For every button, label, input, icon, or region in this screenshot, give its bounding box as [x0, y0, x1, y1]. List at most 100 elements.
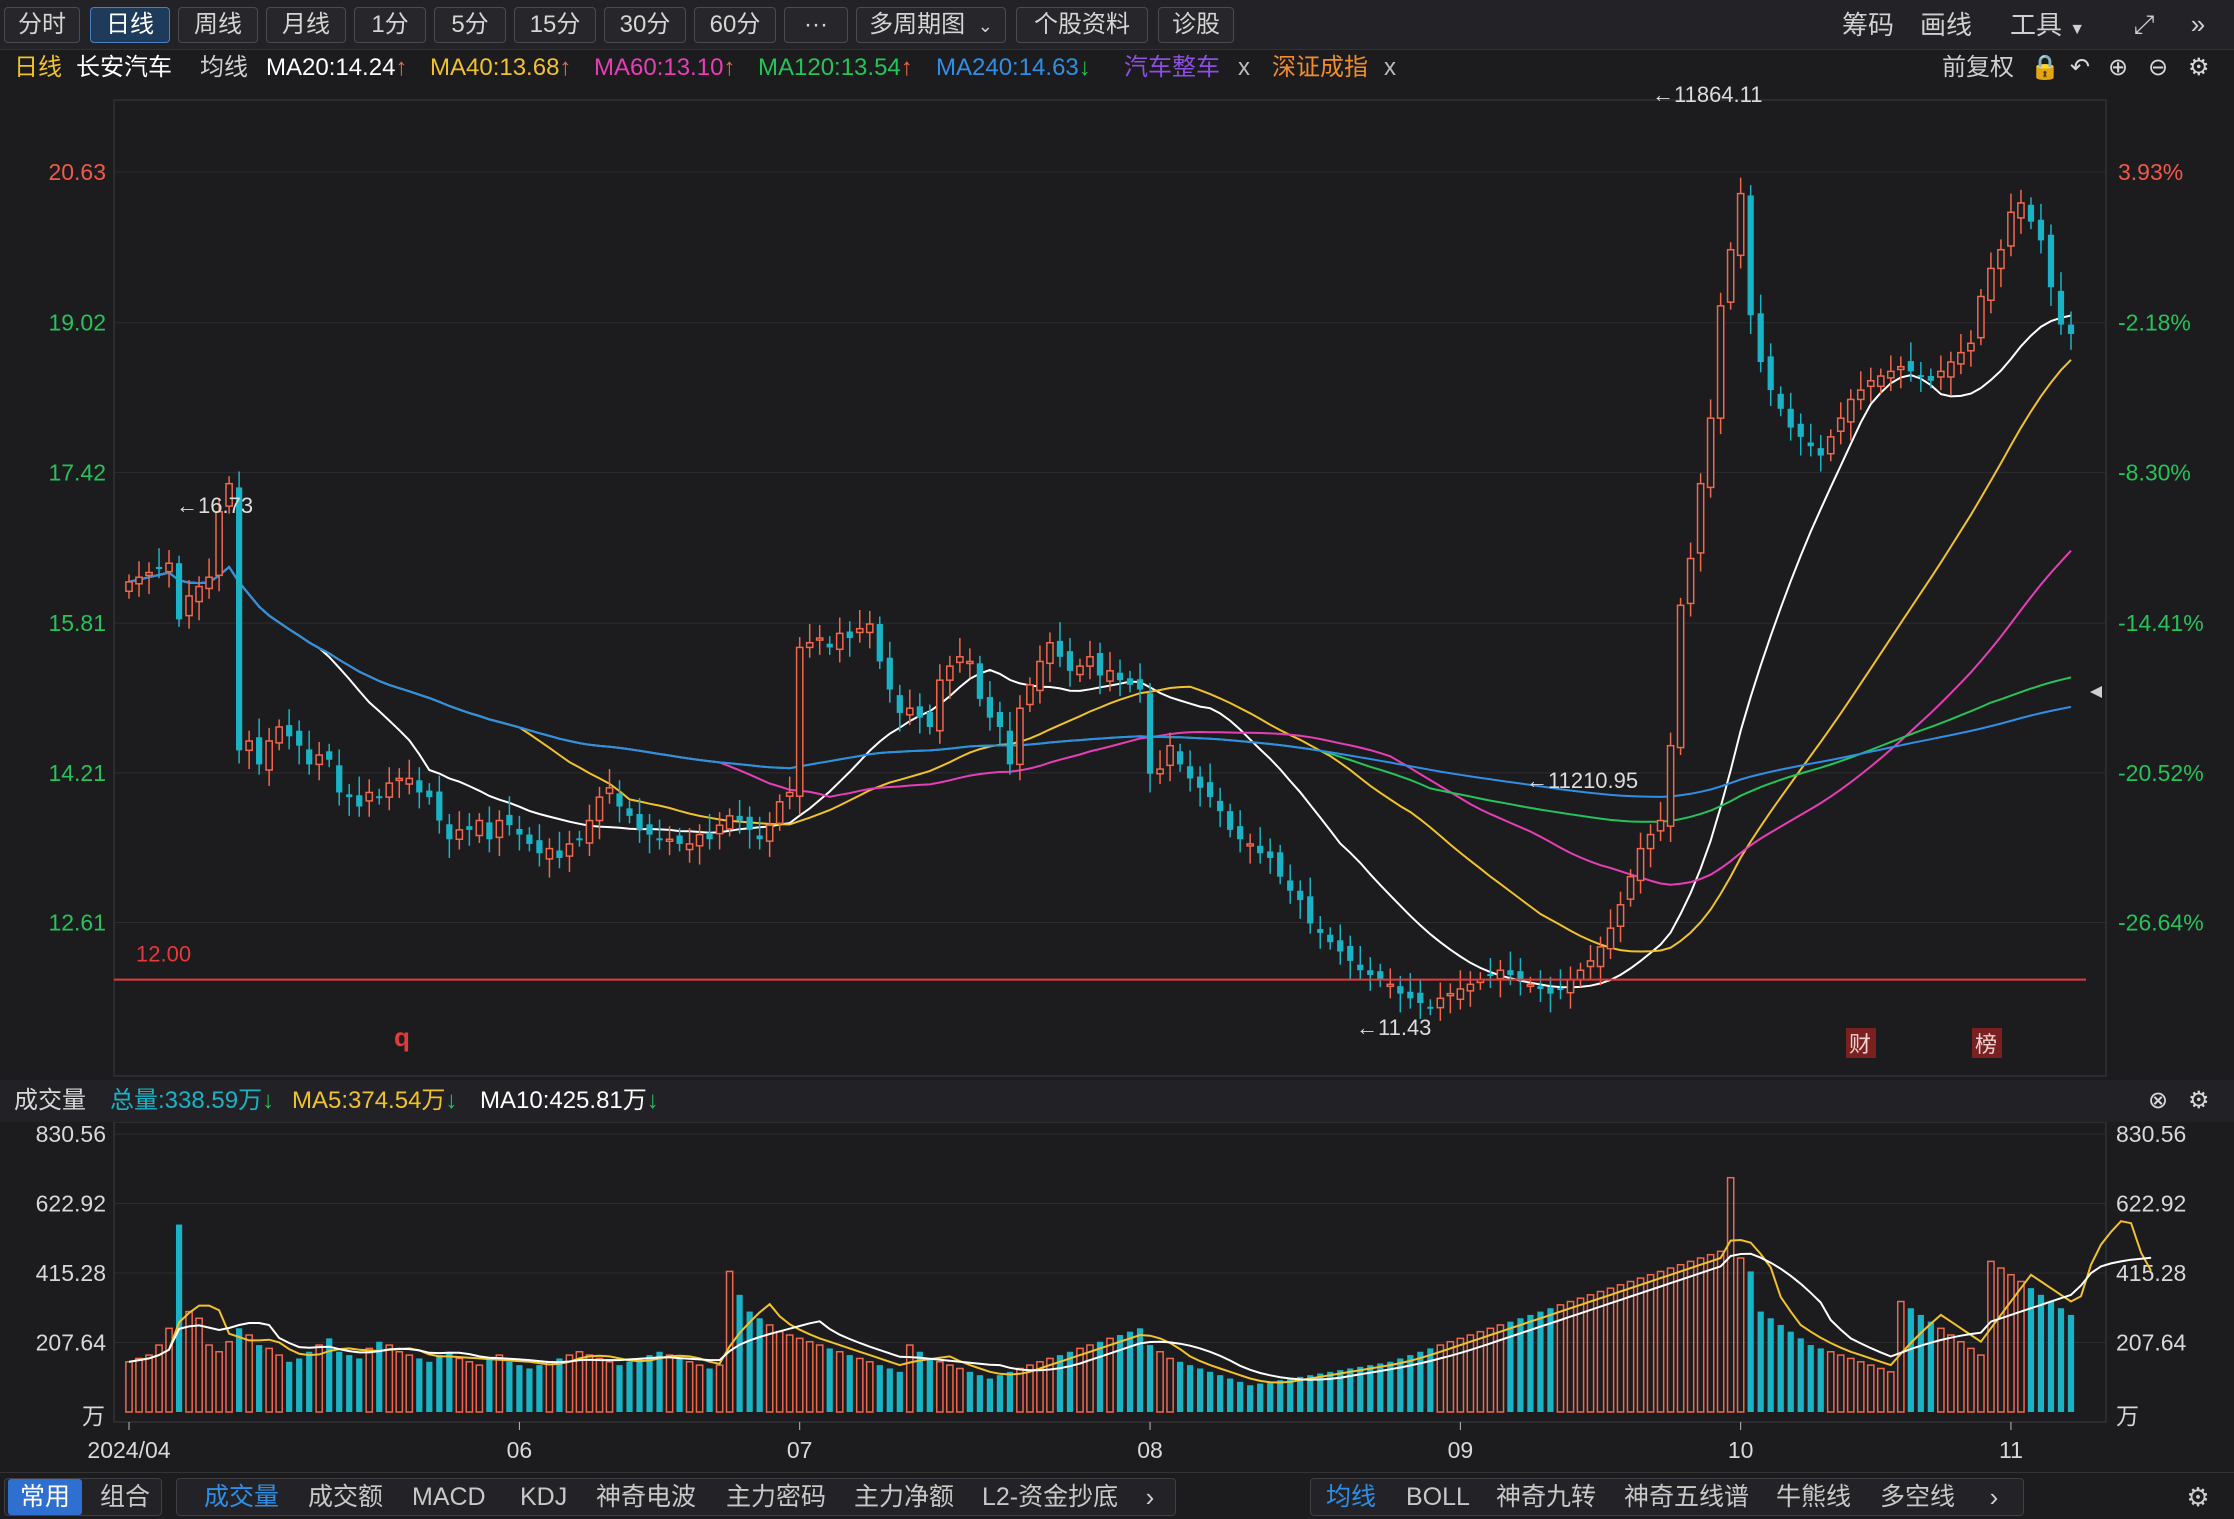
period-tab-monthly[interactable]: 月线: [266, 7, 346, 43]
gear-icon[interactable]: ⚙: [2188, 1080, 2210, 1122]
period-toolbar: 分时 日线 周线 月线 1分 5分 15分 30分 60分 ··· 多周期图 ⌄…: [0, 0, 2234, 50]
overlay-shenzhen-index-close[interactable]: x: [1384, 50, 1396, 86]
candle-body: [565, 843, 574, 857]
candle-body: [1846, 398, 1855, 423]
tab-magic-nine[interactable]: 神奇九转: [1496, 1479, 1596, 1515]
zoom-in-icon[interactable]: ⊕: [2108, 50, 2128, 86]
volume-bar: [236, 1328, 243, 1412]
candle-body: [336, 765, 343, 793]
candle-body: [506, 814, 513, 826]
tab-volume[interactable]: 成交量: [204, 1479, 279, 1515]
volume-bar: [756, 1318, 763, 1412]
stock-profile-button[interactable]: 个股资料: [1016, 7, 1148, 43]
candle-body: [1856, 389, 1865, 401]
volume-chart[interactable]: 830.56 830.56 622.92 622.92 415.28 415.28 207.…: [0, 1122, 2234, 1472]
fullscreen-icon[interactable]: ⤢: [2126, 6, 2162, 42]
chevron-right-icon[interactable]: ›: [1980, 1479, 2008, 1515]
candle-body: [1997, 248, 2005, 270]
price-chart[interactable]: 20.63 19.02 17.42 15.81 14.21 12.61 3.93% -2.1…: [0, 86, 2234, 1080]
candle-body: [315, 754, 324, 766]
overlay-shenzhen-index[interactable]: 深证成指: [1272, 50, 1368, 86]
candle-body: [1446, 992, 1455, 997]
stock-name[interactable]: 长安汽车: [76, 50, 172, 86]
tab-combination[interactable]: 组合: [92, 1479, 158, 1515]
chips-button[interactable]: 筹码: [1842, 8, 1894, 42]
period-tab-timeshare[interactable]: 分时: [4, 7, 80, 43]
q-marker[interactable]: q: [394, 1022, 410, 1052]
tab-boll[interactable]: BOLL: [1406, 1479, 1470, 1515]
period-tab-1min[interactable]: 1分: [354, 7, 426, 43]
candle-body: [1807, 442, 1814, 447]
tab-turnover[interactable]: 成交额: [308, 1479, 383, 1515]
multi-period-dropdown[interactable]: 多周期图 ⌄: [856, 7, 1006, 43]
candle-body: [1397, 986, 1404, 994]
candle-body: [1417, 992, 1424, 1004]
volume-bar: [1196, 1368, 1204, 1412]
tab-magic-staff[interactable]: 神奇五线谱: [1624, 1479, 1749, 1515]
tab-magic-wave[interactable]: 神奇电波: [596, 1479, 696, 1515]
date-tick-label: 08: [1137, 1437, 1163, 1463]
arrow-up-icon: ↑: [900, 54, 913, 81]
tab-main-net[interactable]: 主力净额: [854, 1479, 954, 1515]
volume-tick-label: 830.56: [36, 1122, 106, 1147]
period-tab-15min[interactable]: 15分: [514, 7, 596, 43]
tab-bull-bear[interactable]: 牛熊线: [1776, 1479, 1851, 1515]
tab-macd[interactable]: MACD: [412, 1479, 486, 1515]
candle-body: [1726, 248, 1735, 303]
arrow-down-icon: ↓: [646, 1087, 659, 1114]
period-tab-30min[interactable]: 30分: [604, 7, 686, 43]
candle-body: [966, 660, 974, 665]
candle-body: [1907, 361, 1914, 372]
overlay-auto-sector-close[interactable]: x: [1238, 50, 1250, 86]
tab-main-force-code[interactable]: 主力密码: [726, 1479, 826, 1515]
ma20-value: MA20:14.24↑: [266, 54, 408, 81]
index-high-label: ←11864.11: [1652, 86, 1763, 107]
volume-unit-label: 万: [2116, 1403, 2139, 1429]
period-tab-daily[interactable]: 日线: [90, 7, 170, 43]
tools-dropdown[interactable]: 工具 ▼: [2010, 8, 2085, 47]
candle-body: [455, 829, 464, 841]
draw-button[interactable]: 画线: [1920, 8, 1972, 42]
period-tab-60min[interactable]: 60分: [694, 7, 776, 43]
arrow-up-icon: ↑: [395, 54, 408, 81]
date-tick-label: 2024/04: [87, 1437, 170, 1463]
undo-icon[interactable]: ↶: [2070, 50, 2090, 86]
index-mid-label: ←11210.95: [1526, 768, 1638, 793]
tab-l2-capital[interactable]: L2-资金抄底: [982, 1479, 1118, 1515]
ma-settings-label[interactable]: 均线: [200, 50, 248, 86]
lock-icon[interactable]: 🔒: [2030, 50, 2060, 86]
gear-icon[interactable]: ⚙: [2180, 1479, 2216, 1515]
candle-body: [1217, 800, 1224, 812]
candle-body: [1676, 604, 1685, 749]
tab-kdj[interactable]: KDJ: [520, 1479, 567, 1515]
diagnose-button[interactable]: 诊股: [1158, 7, 1234, 43]
period-tab-5min[interactable]: 5分: [434, 7, 506, 43]
candle-body: [1736, 192, 1745, 257]
candle-body: [286, 725, 293, 737]
volume-ma5: MA5:374.54万↓: [292, 1087, 458, 1114]
candle-body: [1297, 890, 1304, 901]
tab-common[interactable]: 常用: [8, 1479, 82, 1515]
overlay-auto-sector[interactable]: 汽车整车: [1124, 50, 1220, 86]
candle-body: [605, 787, 614, 795]
close-panel-icon[interactable]: ⊗: [2148, 1080, 2168, 1122]
candle-body: [1096, 653, 1104, 676]
collapse-panel-icon[interactable]: »: [2180, 6, 2216, 42]
period-tab-weekly[interactable]: 周线: [178, 7, 258, 43]
tab-long-short[interactable]: 多空线: [1880, 1479, 1955, 1515]
volume-title[interactable]: 成交量: [14, 1080, 86, 1122]
more-periods-button[interactable]: ···: [784, 7, 848, 43]
zoom-out-icon[interactable]: ⊖: [2148, 50, 2168, 86]
candle-body: [626, 808, 633, 816]
candle-body: [595, 796, 604, 822]
candle-body: [1106, 670, 1114, 682]
candle-body: [1367, 970, 1374, 975]
volume-bar: [1217, 1375, 1224, 1412]
tab-ma[interactable]: 均线: [1326, 1479, 1376, 1515]
price-chart-bg: [0, 86, 2234, 1080]
gear-icon[interactable]: ⚙: [2188, 50, 2210, 86]
date-tick-label: 10: [1728, 1437, 1754, 1463]
adjust-mode[interactable]: 前复权: [1942, 50, 2014, 86]
candle-body: [1586, 960, 1595, 968]
chevron-right-icon[interactable]: ›: [1136, 1479, 1164, 1515]
